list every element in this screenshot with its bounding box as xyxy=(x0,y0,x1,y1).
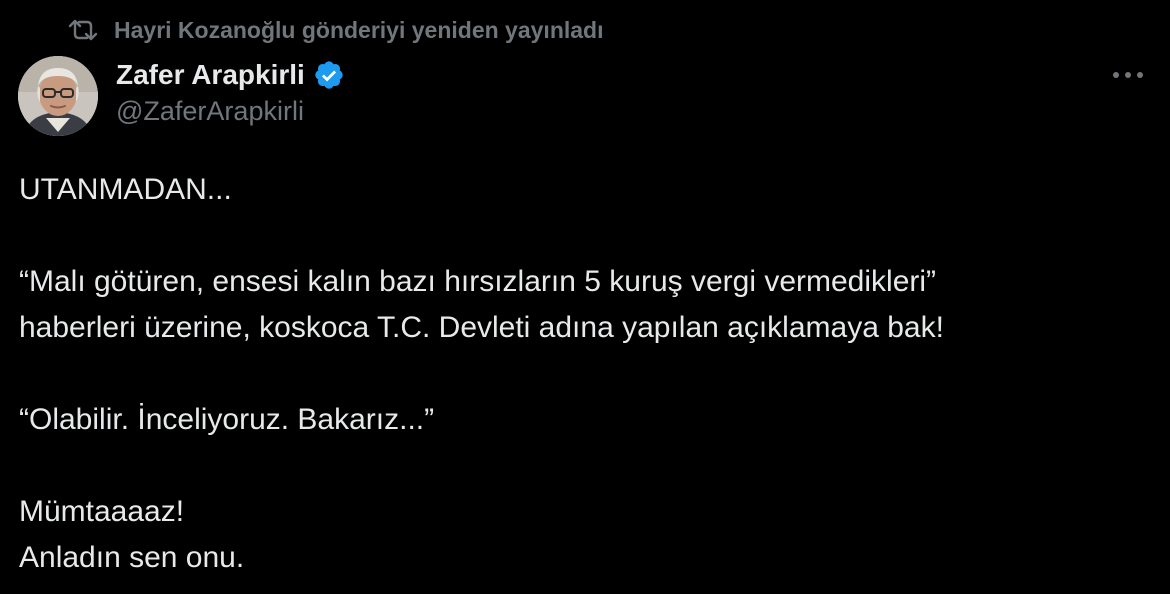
name-row[interactable]: Zafer Arapkirli xyxy=(116,56,345,94)
tweet-line: “Olabilir. İnceliyoruz. Bakarız...” xyxy=(19,403,435,436)
verified-badge-icon[interactable] xyxy=(313,59,345,91)
more-horizontal-icon xyxy=(1113,72,1143,78)
tweet-line: haberleri üzerine, koskoca T.C. Devleti … xyxy=(19,311,944,344)
author-display-name[interactable]: Zafer Arapkirli xyxy=(116,59,305,91)
more-options-button[interactable] xyxy=(1108,62,1148,88)
tweet-line: “Malı götüren, ensesi kalın bazı hırsızl… xyxy=(19,265,937,298)
tweet-line: Anladın sen onu. xyxy=(19,541,245,574)
avatar[interactable] xyxy=(18,56,98,136)
repost-icon xyxy=(68,19,98,41)
tweet-line: UTANMADAN... xyxy=(19,173,232,206)
tweet-line: Mümtaaaaz! xyxy=(19,495,185,528)
repost-header[interactable]: Hayri Kozanoğlu gönderiyi yeniden yayınl… xyxy=(66,14,604,46)
repost-label[interactable]: Hayri Kozanoğlu gönderiyi yeniden yayınl… xyxy=(114,17,604,44)
avatar-image xyxy=(18,56,98,136)
tweet-text: UTANMADAN... “Malı götüren, ensesi kalın… xyxy=(19,167,1149,581)
author-handle[interactable]: @ZaferArapkirli xyxy=(116,96,345,127)
author-block[interactable]: Zafer Arapkirli @ZaferArapkirli xyxy=(116,56,345,127)
